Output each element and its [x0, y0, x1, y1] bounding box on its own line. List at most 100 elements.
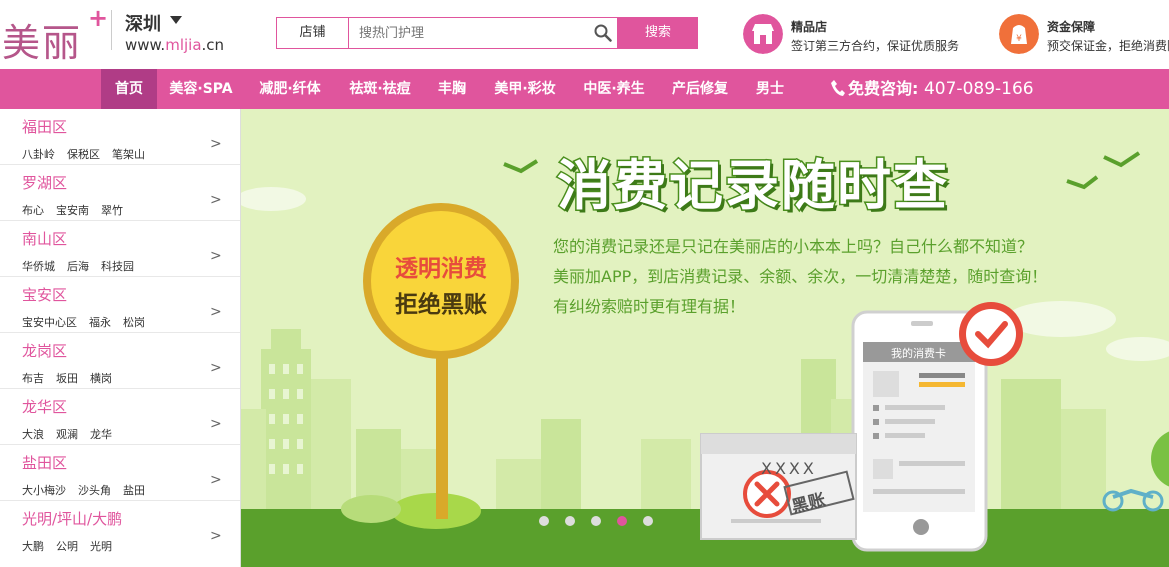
promo-desc: 预交保证金，拒绝消费陷阱: [1047, 39, 1169, 53]
search-icon[interactable]: [594, 24, 612, 42]
nav-item-spa[interactable]: 美容·SPA: [165, 69, 237, 109]
sub-area[interactable]: 翠竹: [101, 204, 123, 217]
district-subs: 宝安中心区 福永 松岗: [22, 314, 157, 330]
sub-area[interactable]: 大浪: [22, 428, 44, 441]
sub-area[interactable]: 保税区: [67, 148, 100, 161]
sub-area[interactable]: 华侨城: [22, 260, 55, 273]
chevron-right-icon: >: [210, 304, 222, 320]
sub-area[interactable]: 科技园: [101, 260, 134, 273]
slide-dot[interactable]: [591, 516, 601, 526]
district-name[interactable]: 南山区: [22, 228, 67, 249]
sub-area[interactable]: 八卦岭: [22, 148, 55, 161]
hotline: 免费咨询: 407-089-166: [830, 69, 1034, 109]
logo[interactable]: 美丽 +: [2, 4, 109, 65]
sub-area[interactable]: 公明: [56, 540, 78, 553]
district-subs: 大浪 观澜 龙华: [22, 426, 124, 442]
chevron-right-icon: >: [210, 248, 222, 264]
phone-icon: [831, 80, 845, 96]
header: 美丽 + 深圳 www.mljia.cn 店铺 搜索 精品店 签订第三方合约，保…: [0, 0, 1169, 69]
promo-title: 资金保障: [1047, 20, 1096, 34]
district-subs: 八卦岭 保税区 笔架山: [22, 146, 157, 162]
phone-card-title: 我的消费卡: [891, 347, 946, 360]
district-name[interactable]: 福田区: [22, 116, 67, 137]
sub-area[interactable]: 后海: [67, 260, 89, 273]
sub-area[interactable]: 观澜: [56, 428, 78, 441]
nav-item-nails[interactable]: 美甲·彩妆: [488, 69, 562, 109]
sub-area[interactable]: 大小梅沙: [22, 484, 66, 497]
sub-area[interactable]: 宝安中心区: [22, 316, 77, 329]
nav-item-breast[interactable]: 丰胸: [431, 69, 473, 109]
promo-desc: 签订第三方合约，保证优质服务: [791, 39, 960, 53]
nav-item-men[interactable]: 男士: [750, 69, 790, 109]
nav-item-postpartum[interactable]: 产后修复: [666, 69, 734, 109]
chevron-right-icon: >: [210, 472, 222, 488]
district-name[interactable]: 光明/坪山/大鹏: [22, 508, 122, 529]
district-name[interactable]: 龙岗区: [22, 340, 67, 361]
nav-item-tcm[interactable]: 中医·养生: [577, 69, 651, 109]
district-subs: 大小梅沙 沙头角 盐田: [22, 482, 157, 498]
chevron-right-icon: >: [210, 416, 222, 432]
slide-dot-active[interactable]: [617, 516, 627, 526]
district-item[interactable]: 光明/坪山/大鹏 大鹏 公明 光明 >: [0, 501, 240, 557]
sign-line-1: 透明消费: [395, 256, 487, 282]
sub-area[interactable]: 松岗: [123, 316, 145, 329]
district-subs: 大鹏 公明 光明: [22, 538, 124, 554]
sub-area[interactable]: 宝安南: [56, 204, 89, 217]
nav-item-home[interactable]: 首页: [101, 69, 157, 109]
district-name[interactable]: 龙华区: [22, 396, 67, 417]
sub-area[interactable]: 坂田: [56, 372, 78, 385]
header-divider: [111, 10, 112, 50]
district-name[interactable]: 罗湖区: [22, 172, 67, 193]
sub-area[interactable]: 大鹏: [22, 540, 44, 553]
district-item[interactable]: 罗湖区 布心 宝安南 翠竹 >: [0, 165, 240, 221]
slide-dot[interactable]: [565, 516, 575, 526]
sub-area[interactable]: 横岗: [90, 372, 112, 385]
nav-item-slimming[interactable]: 减肥·纤体: [253, 69, 327, 109]
district-item[interactable]: 盐田区 大小梅沙 沙头角 盐田 >: [0, 445, 240, 501]
sub-area[interactable]: 盐田: [123, 484, 145, 497]
banner-line-3: 有纠纷索赔时更有理有据！: [553, 297, 746, 316]
sub-area[interactable]: 布吉: [22, 372, 44, 385]
svg-text:¥: ¥: [1016, 34, 1022, 44]
search-button[interactable]: 搜索: [618, 17, 698, 49]
chevron-down-icon[interactable]: [170, 16, 182, 24]
district-name[interactable]: 盐田区: [22, 452, 67, 473]
main-nav: 首页 美容·SPA 减肥·纤体 祛斑·祛痘 丰胸 美甲·彩妆 中医·养生 产后修…: [0, 69, 1169, 109]
money-bag-icon: ¥: [999, 14, 1039, 54]
search-bar: 店铺 搜索: [276, 17, 698, 49]
chevron-right-icon: >: [210, 528, 222, 544]
banner-line-2: 美丽加APP，到店消费记录、余额、余次，一切清清楚楚，随时查询！: [553, 267, 1048, 286]
district-sidebar: 福田区 八卦岭 保税区 笔架山 > 罗湖区 布心 宝安南 翠竹 > 南山区 华侨城 后海科…: [0, 109, 241, 567]
hero-banner[interactable]: 消费记录随时查 您的消费记录还是只记在美丽店的小本本上吗？自己什么都不知道？ 美…: [241, 109, 1169, 567]
promo-title: 精品店: [791, 20, 828, 34]
slide-dot[interactable]: [643, 516, 653, 526]
nav-item-acne[interactable]: 祛斑·祛痘: [343, 69, 417, 109]
district-name[interactable]: 宝安区: [22, 284, 67, 305]
district-item[interactable]: 龙岗区 布吉 坂田 横岗 >: [0, 333, 240, 389]
sub-area[interactable]: 沙头角: [78, 484, 111, 497]
store-icon: [743, 14, 783, 54]
city-selector[interactable]: 深圳: [125, 10, 161, 36]
district-item[interactable]: 福田区 八卦岭 保税区 笔架山 >: [0, 109, 240, 165]
search-input[interactable]: [348, 17, 618, 49]
district-item[interactable]: 龙华区 大浪 观澜 龙华 >: [0, 389, 240, 445]
sub-area[interactable]: 笔架山: [112, 148, 145, 161]
sub-area[interactable]: 布心: [22, 204, 44, 217]
district-subs: 布吉 坂田 横岗: [22, 370, 124, 386]
district-item[interactable]: 宝安区 宝安中心区 福永 松岗 >: [0, 277, 240, 333]
district-item[interactable]: 南山区 华侨城 后海 科技园 >: [0, 221, 240, 277]
banner-line-1: 您的消费记录还是只记在美丽店的小本本上吗？自己什么都不知道？: [553, 237, 1034, 256]
logo-text: 美丽: [2, 21, 83, 65]
hotline-number[interactable]: 407-089-166: [924, 79, 1034, 99]
chevron-right-icon: >: [210, 192, 222, 208]
search-type-select[interactable]: 店铺: [276, 17, 348, 49]
district-subs: 华侨城 后海 科技园: [22, 258, 146, 274]
logo-plus: +: [88, 4, 109, 32]
sub-area[interactable]: 福永: [89, 316, 111, 329]
district-subs: 布心 宝安南 翠竹: [22, 202, 135, 218]
sub-area[interactable]: 光明: [90, 540, 112, 553]
site-url: www.mljia.cn: [125, 36, 225, 54]
slide-dot[interactable]: [539, 516, 549, 526]
sub-area[interactable]: 龙华: [90, 428, 112, 441]
hotline-label: 免费咨询:: [848, 79, 919, 98]
